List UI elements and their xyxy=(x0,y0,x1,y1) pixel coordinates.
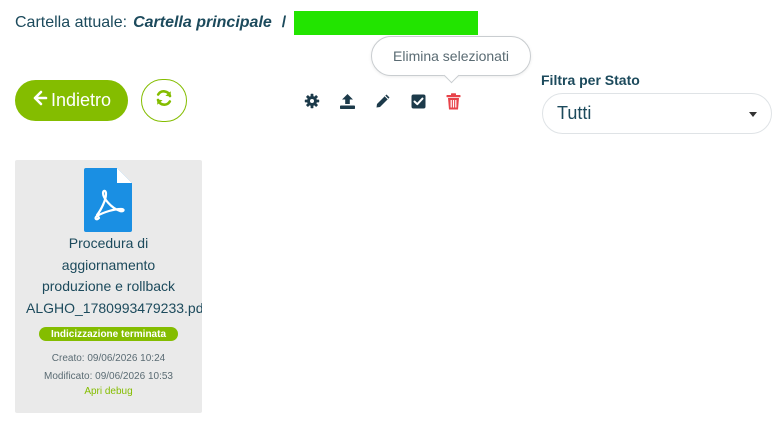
status-filter-value: Tutti xyxy=(557,103,592,123)
breadcrumb-separator: / xyxy=(281,14,287,31)
breadcrumb-redacted-block xyxy=(294,11,479,35)
check-square-icon[interactable] xyxy=(409,92,427,110)
back-button-label: Indietro xyxy=(50,90,112,110)
file-name-line: Procedura di xyxy=(68,235,149,251)
delete-selected-tooltip: Elimina selezionati xyxy=(371,36,531,76)
breadcrumb-current-folder[interactable]: Cartella principale xyxy=(133,14,272,32)
modified-date: Modificato: 09/06/2026 10:53 xyxy=(44,371,173,382)
status-filter-label: Filtra per Stato xyxy=(541,72,640,88)
file-name-line: ALGHO_1780993479233.pdf xyxy=(26,299,202,316)
pencil-icon[interactable] xyxy=(374,92,392,110)
file-card[interactable]: Procedura di aggiornamento produzione e … xyxy=(15,160,202,413)
open-debug-link[interactable]: Apri debug xyxy=(15,386,202,397)
upload-icon[interactable] xyxy=(338,92,356,110)
gear-icon[interactable] xyxy=(303,92,321,110)
breadcrumb-label: Cartella attuale: xyxy=(15,14,128,31)
status-filter-select[interactable]: Tutti xyxy=(542,93,772,134)
back-button[interactable]: Indietro xyxy=(15,80,128,121)
refresh-icon xyxy=(154,88,174,113)
pdf-file-icon xyxy=(84,168,132,232)
breadcrumb: Cartella attuale: Cartella principale / xyxy=(15,11,479,35)
refresh-button[interactable] xyxy=(141,79,187,122)
arrow-left-icon xyxy=(32,90,48,111)
trash-icon[interactable] xyxy=(444,92,462,110)
file-name-line: produzione e rollback xyxy=(41,278,176,294)
caret-down-icon xyxy=(749,112,757,117)
file-name: Procedura di aggiornamento produzione e … xyxy=(15,233,202,319)
status-badge: Indicizzazione terminata xyxy=(39,327,178,341)
tooltip-text: Elimina selezionati xyxy=(393,48,509,64)
file-name-line: aggiornamento xyxy=(61,256,156,273)
created-date: Creato: 09/06/2026 10:24 xyxy=(51,353,166,364)
